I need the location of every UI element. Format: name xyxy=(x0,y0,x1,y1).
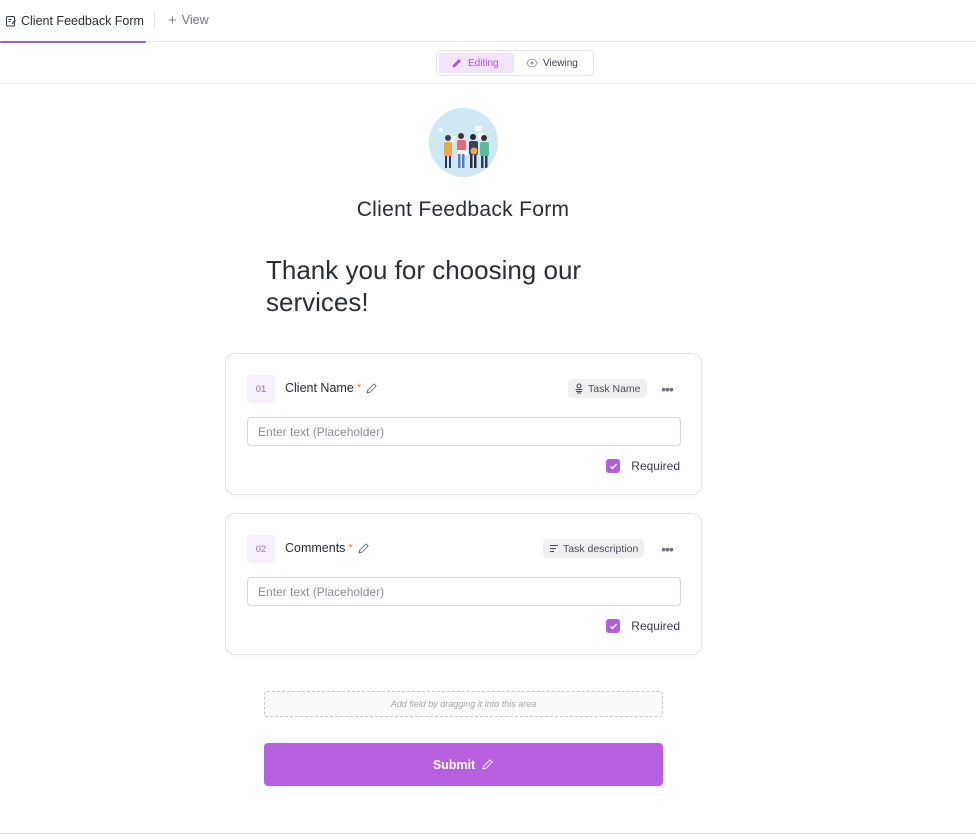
required-toggle[interactable]: Required xyxy=(606,619,680,633)
field-number: 02 xyxy=(247,535,275,563)
pencil-icon xyxy=(452,59,461,68)
form-heading[interactable]: Thank you for choosing our services! xyxy=(266,254,646,318)
viewing-mode-button[interactable]: Viewing xyxy=(514,53,588,73)
required-checkbox[interactable] xyxy=(606,459,621,473)
form-icon xyxy=(5,15,17,27)
tab-label: Client Feedback Form xyxy=(21,14,144,28)
mapping-label: Task description xyxy=(563,542,639,555)
editing-mode-button[interactable]: Editing xyxy=(439,53,514,73)
add-view-label: View xyxy=(181,13,209,27)
submit-label: Submit xyxy=(432,757,476,772)
field-mapping-chip[interactable]: Task Name xyxy=(568,379,647,398)
viewing-label: Viewing xyxy=(543,57,578,69)
people-illustration-icon xyxy=(429,108,498,177)
field-input[interactable] xyxy=(247,417,681,446)
required-label: Required xyxy=(631,619,680,633)
submit-button[interactable]: Submit xyxy=(264,743,663,786)
form-field-card[interactable]: 02 Comments * Task description ••• Requi… xyxy=(225,513,702,655)
pencil-icon xyxy=(482,759,493,770)
checkmark-icon xyxy=(609,623,617,630)
required-checkbox[interactable] xyxy=(606,619,621,633)
text-lines-icon xyxy=(550,544,558,553)
edit-label-pencil-icon[interactable] xyxy=(357,542,370,555)
form-cover-image[interactable] xyxy=(429,108,498,177)
mapping-label: Task Name xyxy=(588,382,641,395)
required-toggle[interactable]: Required xyxy=(606,459,680,473)
required-asterisk: * xyxy=(348,542,353,554)
mode-toggle: Editing Viewing xyxy=(436,50,594,76)
required-asterisk: * xyxy=(356,382,362,394)
editing-label: Editing xyxy=(468,57,499,69)
add-field-dropzone[interactable]: Add field by dragging it into this area xyxy=(264,691,663,717)
form-field-card[interactable]: 01 Client Name * Task Name ••• Required xyxy=(225,353,702,495)
field-label[interactable]: Client Name * xyxy=(285,381,378,395)
view-tabbar: Client Feedback Form + View xyxy=(0,0,976,43)
form-title[interactable]: Client Feedback Form xyxy=(0,198,926,222)
more-options-icon[interactable]: ••• xyxy=(658,380,676,398)
add-view-button[interactable]: + View xyxy=(168,0,209,40)
plus-icon: + xyxy=(168,11,177,29)
checkmark-icon xyxy=(609,463,617,470)
more-options-icon[interactable]: ••• xyxy=(658,540,676,558)
task-name-icon xyxy=(575,383,583,394)
field-input[interactable] xyxy=(247,577,681,606)
edit-label-pencil-icon[interactable] xyxy=(365,382,378,395)
tab-client-feedback-form[interactable]: Client Feedback Form xyxy=(0,0,146,43)
required-label: Required xyxy=(631,459,680,473)
bottom-divider xyxy=(0,833,976,834)
field-label-text: Client Name xyxy=(285,381,354,395)
field-mapping-chip[interactable]: Task description xyxy=(543,539,645,558)
eye-icon xyxy=(526,58,538,68)
tab-divider xyxy=(154,12,155,28)
field-number: 01 xyxy=(247,375,275,403)
field-label-text: Comments xyxy=(285,541,346,555)
mode-bar: Editing Viewing xyxy=(0,42,976,84)
field-label[interactable]: Comments * xyxy=(285,541,370,555)
